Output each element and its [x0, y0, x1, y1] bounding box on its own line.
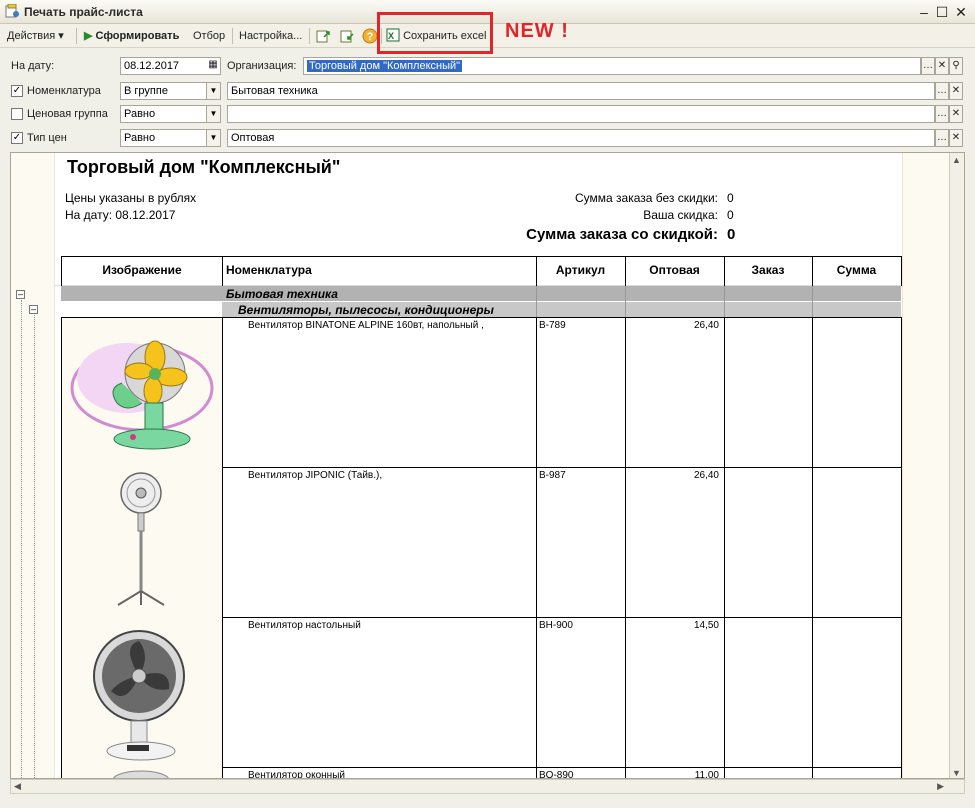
- item-sku: BO-890: [539, 770, 574, 779]
- generate-button[interactable]: ▶ Сформировать: [84, 28, 179, 44]
- fan-image-4: [113, 770, 169, 778]
- subgroup-label: Вентиляторы, пылесосы, кондиционеры: [238, 303, 494, 317]
- help-icon[interactable]: ?: [362, 28, 378, 44]
- nom-checkbox[interactable]: ✓: [11, 85, 23, 97]
- chevron-down-icon[interactable]: ▼: [206, 83, 220, 99]
- item-price: 14,50: [693, 620, 719, 631]
- discount-label: Ваша скидка:: [643, 208, 718, 222]
- item-price: 26,40: [693, 320, 719, 331]
- scroll-right-icon[interactable]: ▶: [937, 781, 944, 792]
- report-sheet[interactable]: Торговый дом "Комплексный" Цены указаны …: [10, 152, 965, 779]
- org-label: Организация:: [227, 60, 297, 72]
- discount-value: 0: [727, 208, 734, 222]
- price-type-label: Тип цен: [27, 132, 67, 144]
- import-icon[interactable]: [339, 28, 355, 44]
- price-group-select-button[interactable]: …: [935, 105, 949, 123]
- nom-condition-select[interactable]: В группе ▼: [120, 82, 221, 100]
- col-order: Заказ: [751, 263, 785, 277]
- minimize-icon[interactable]: ‒: [916, 4, 932, 20]
- chevron-down-icon[interactable]: ▼: [206, 106, 220, 122]
- price-group-label: Ценовая группа: [27, 108, 108, 120]
- date-label: На дату:: [11, 60, 55, 72]
- new-label: NEW !: [505, 20, 569, 42]
- price-type-value-field[interactable]: Оптовая: [227, 129, 935, 147]
- settings-button[interactable]: Настройка...: [239, 28, 302, 44]
- nom-value-field[interactable]: Бытовая техника: [227, 82, 935, 100]
- price-group-condition-select[interactable]: Равно ▼: [120, 105, 221, 123]
- sum-discount-label: Сумма заказа со скидкой:: [526, 226, 718, 243]
- currency-note: Цены указаны в рублях: [65, 191, 197, 205]
- price-type-checkbox[interactable]: ✓: [11, 132, 23, 144]
- nom-clear-icon[interactable]: ✕: [949, 82, 963, 100]
- export-icon[interactable]: [315, 28, 331, 44]
- order-cell[interactable]: [725, 468, 812, 617]
- fan-image-3: [93, 630, 185, 761]
- collapse-group-icon[interactable]: –: [16, 290, 25, 299]
- calendar-icon[interactable]: ▦: [206, 57, 220, 75]
- item-price: 11,00: [694, 770, 719, 779]
- report-title: Торговый дом "Комплексный": [67, 157, 341, 177]
- group-label: Бытовая техника: [226, 287, 338, 301]
- window-title: Печать прайс-листа: [24, 5, 143, 19]
- sum-no-discount-label: Сумма заказа без скидки:: [574, 191, 718, 205]
- col-sku: Артикул: [555, 263, 606, 277]
- chevron-down-icon[interactable]: ▼: [206, 130, 220, 146]
- filter-button[interactable]: Отбор: [193, 28, 225, 44]
- nom-label: Номенклатура: [27, 85, 101, 97]
- item-price: 26,40: [693, 470, 719, 481]
- item-sku: B-987: [539, 470, 566, 481]
- svg-text:?: ?: [367, 31, 374, 43]
- app-icon: [5, 4, 19, 18]
- fan-image-1: [70, 340, 214, 450]
- date-note: На дату: 08.12.2017: [65, 208, 176, 222]
- org-clear-icon[interactable]: ✕: [935, 57, 949, 75]
- org-field[interactable]: Торговый дом "Комплексный": [303, 57, 921, 75]
- scroll-left-icon[interactable]: ◀: [14, 781, 21, 792]
- price-type-condition-select[interactable]: Равно ▼: [120, 129, 221, 147]
- col-image: Изображение: [102, 263, 182, 277]
- item-name: Вентилятор BINATONE ALPINE 160вт, наполь…: [248, 320, 484, 331]
- group-row[interactable]: [61, 286, 901, 301]
- item-sku: BH-900: [539, 620, 573, 631]
- col-nomenclature: Номенклатура: [226, 263, 312, 277]
- vertical-scrollbar[interactable]: ▲ ▼: [949, 153, 964, 778]
- scroll-up-icon[interactable]: ▲: [952, 155, 961, 165]
- highlight-box: [377, 12, 493, 54]
- item-name: Вентилятор JIPONIC (Тайв.),: [248, 470, 383, 481]
- play-icon: ▶: [84, 30, 93, 42]
- sum-discount-value: 0: [727, 226, 736, 243]
- nom-select-button[interactable]: …: [935, 82, 949, 100]
- price-type-select-button[interactable]: …: [935, 129, 949, 147]
- close-icon[interactable]: ✕: [953, 4, 969, 20]
- item-name: Вентилятор настольный: [248, 620, 361, 631]
- search-icon[interactable]: ⚲: [949, 57, 963, 75]
- item-name: Вентилятор оконный: [248, 770, 345, 779]
- scroll-down-icon[interactable]: ▼: [952, 768, 961, 778]
- actions-menu[interactable]: Действия ▾: [7, 28, 64, 44]
- price-group-clear-icon[interactable]: ✕: [949, 105, 963, 123]
- col-price: Оптовая: [649, 263, 700, 277]
- item-sku: B-789: [539, 320, 566, 331]
- col-sum: Сумма: [836, 263, 877, 277]
- horizontal-scrollbar[interactable]: ◀ ▶: [10, 779, 965, 794]
- order-cell[interactable]: [725, 318, 812, 467]
- price-group-checkbox[interactable]: [11, 108, 23, 120]
- maximize-icon[interactable]: ☐: [934, 4, 950, 20]
- collapse-subgroup-icon[interactable]: –: [29, 305, 38, 314]
- org-select-button[interactable]: …: [921, 57, 935, 75]
- price-group-value-field[interactable]: [227, 105, 935, 123]
- sum-no-discount-value: 0: [727, 191, 734, 205]
- order-cell[interactable]: [725, 618, 812, 767]
- price-type-clear-icon[interactable]: ✕: [949, 129, 963, 147]
- fan-image-2: [117, 472, 165, 606]
